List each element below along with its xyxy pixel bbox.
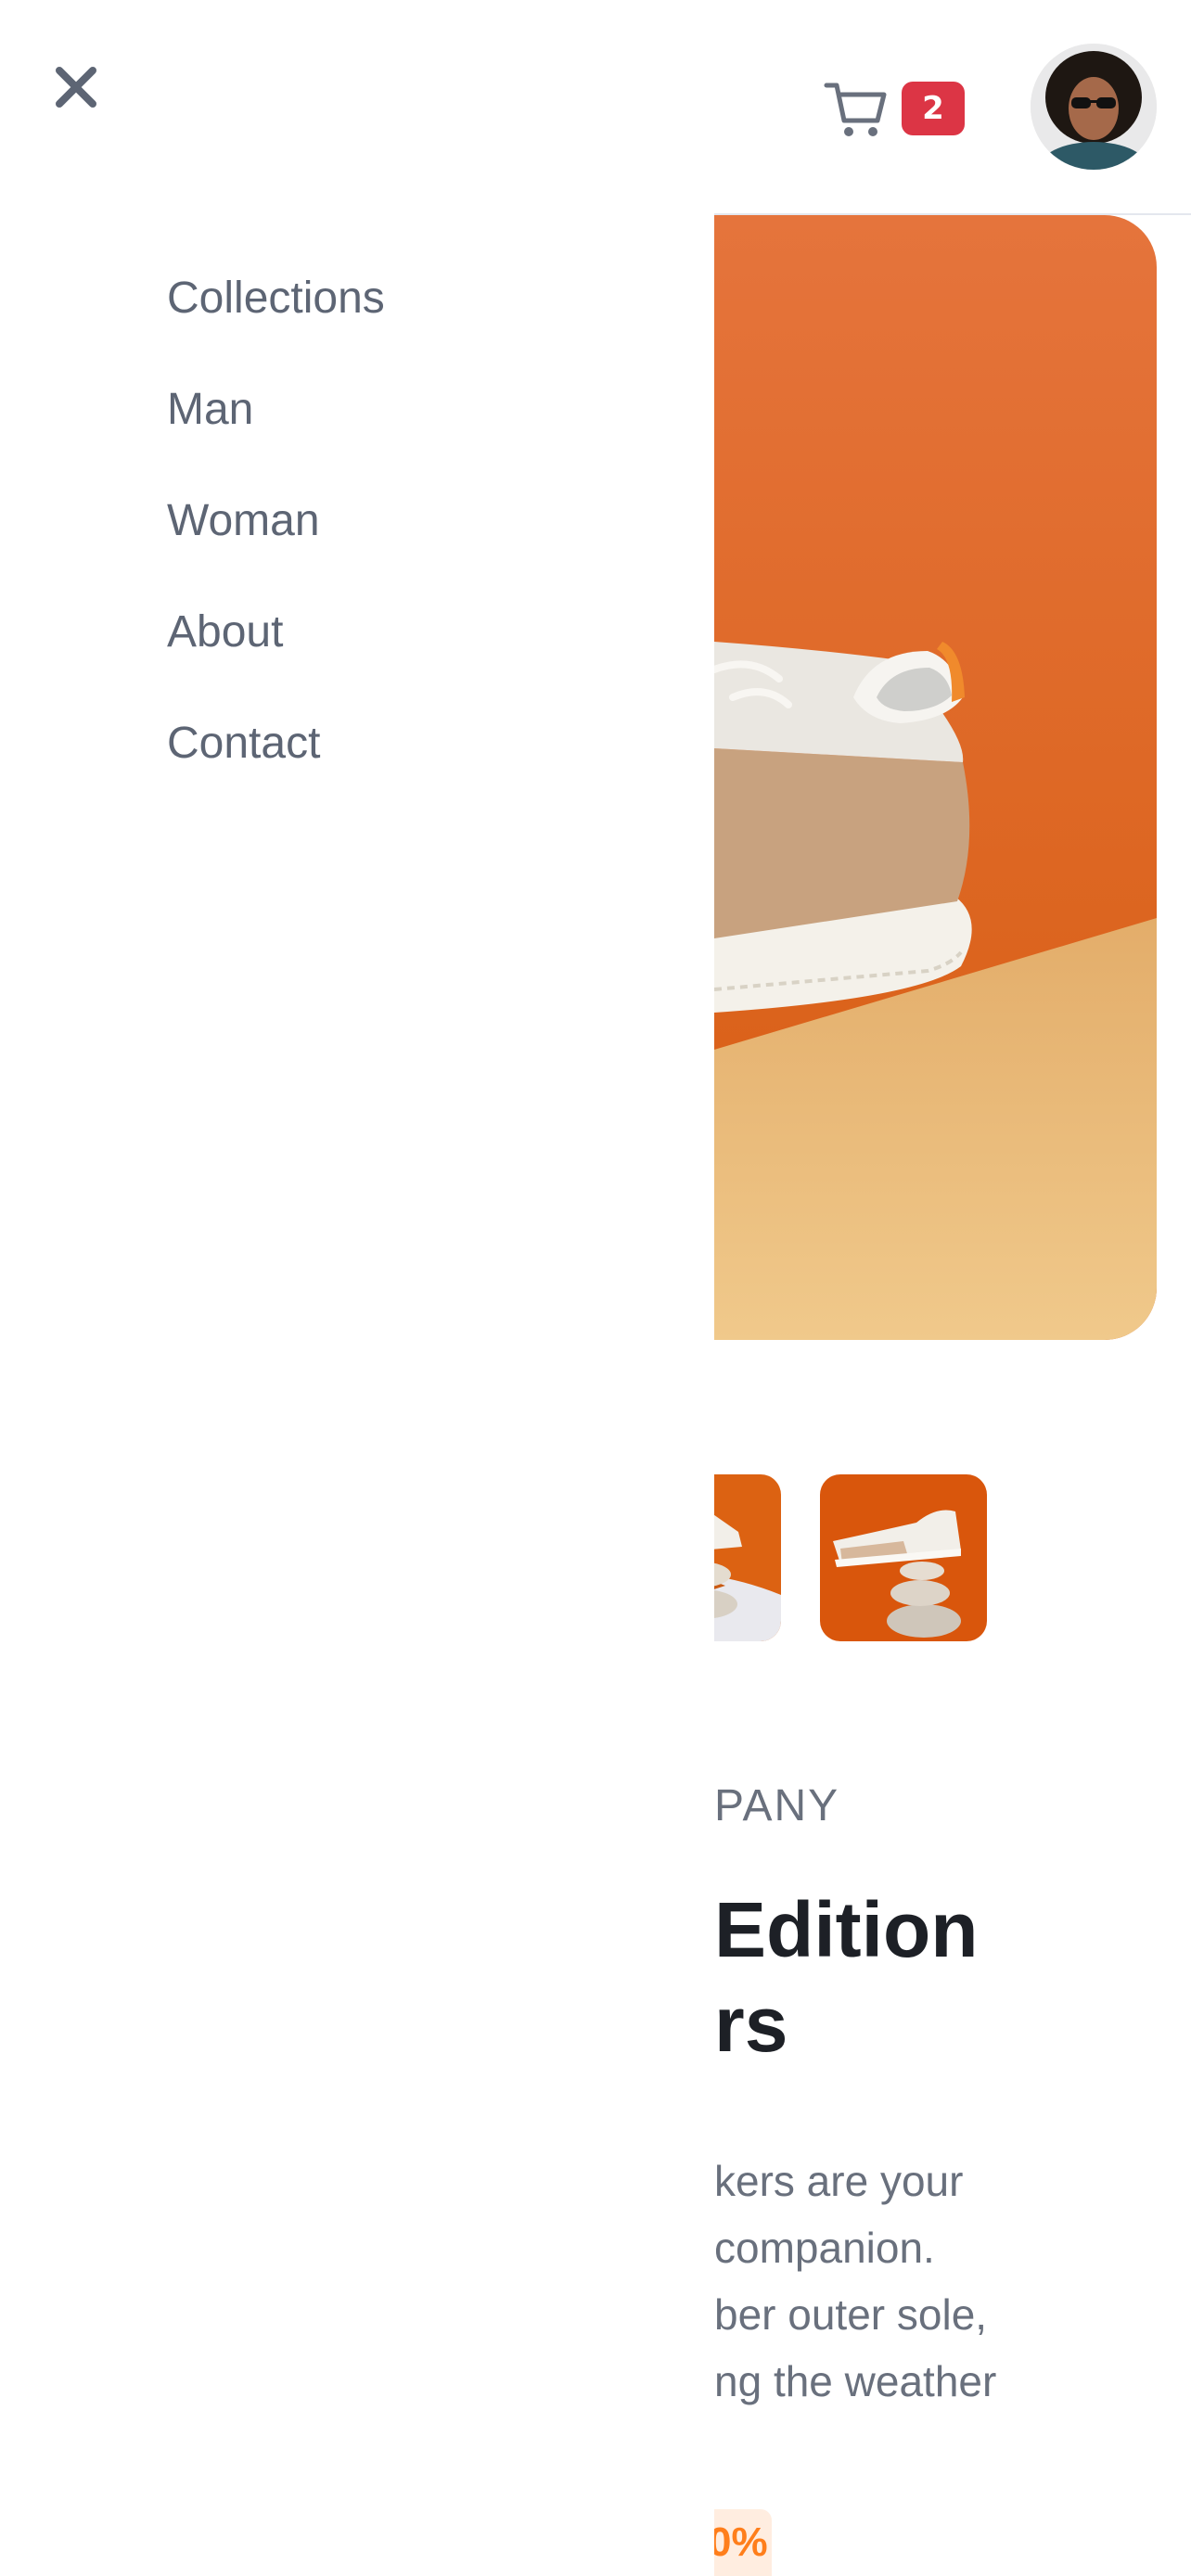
company-name: PANY (714, 1781, 840, 1830)
thumbnail-4[interactable] (820, 1474, 987, 1641)
nav-item-about[interactable]: About (167, 603, 385, 714)
close-menu-button[interactable] (43, 54, 109, 121)
product-description: kers are your companion. ber outer sole,… (714, 2148, 1191, 2415)
nav-drawer: Collections Man Woman About Contact (0, 0, 714, 2576)
product-hero-image[interactable] (714, 215, 1157, 1340)
user-avatar[interactable] (1031, 44, 1157, 170)
close-icon (56, 67, 96, 108)
avatar-image (1031, 44, 1157, 170)
nav-item-woman[interactable]: Woman (167, 491, 385, 603)
drawer-nav-list: Collections Man Woman About Contact (167, 269, 385, 825)
nav-item-collections[interactable]: Collections (167, 269, 385, 380)
cart-count-badge: 2 (902, 82, 965, 135)
description-line-2: companion. (714, 2224, 935, 2272)
product-title-line-1: Edition (714, 1886, 979, 1973)
cart-button[interactable]: 2 (824, 74, 972, 148)
nav-item-man[interactable]: Man (167, 380, 385, 491)
thumbnail-image (820, 1474, 987, 1641)
description-line-4: ng the weather (714, 2357, 997, 2405)
cart-icon (824, 83, 887, 136)
shoe-photo (714, 215, 1157, 1340)
discount-badge: 0% (714, 2509, 772, 2576)
product-title: Edition rs (714, 1882, 1191, 2072)
product-title-line-2: rs (714, 1981, 788, 2068)
description-line-1: kers are your (714, 2157, 964, 2205)
description-line-3: ber outer sole, (714, 2290, 988, 2339)
nav-item-contact[interactable]: Contact (167, 714, 385, 825)
